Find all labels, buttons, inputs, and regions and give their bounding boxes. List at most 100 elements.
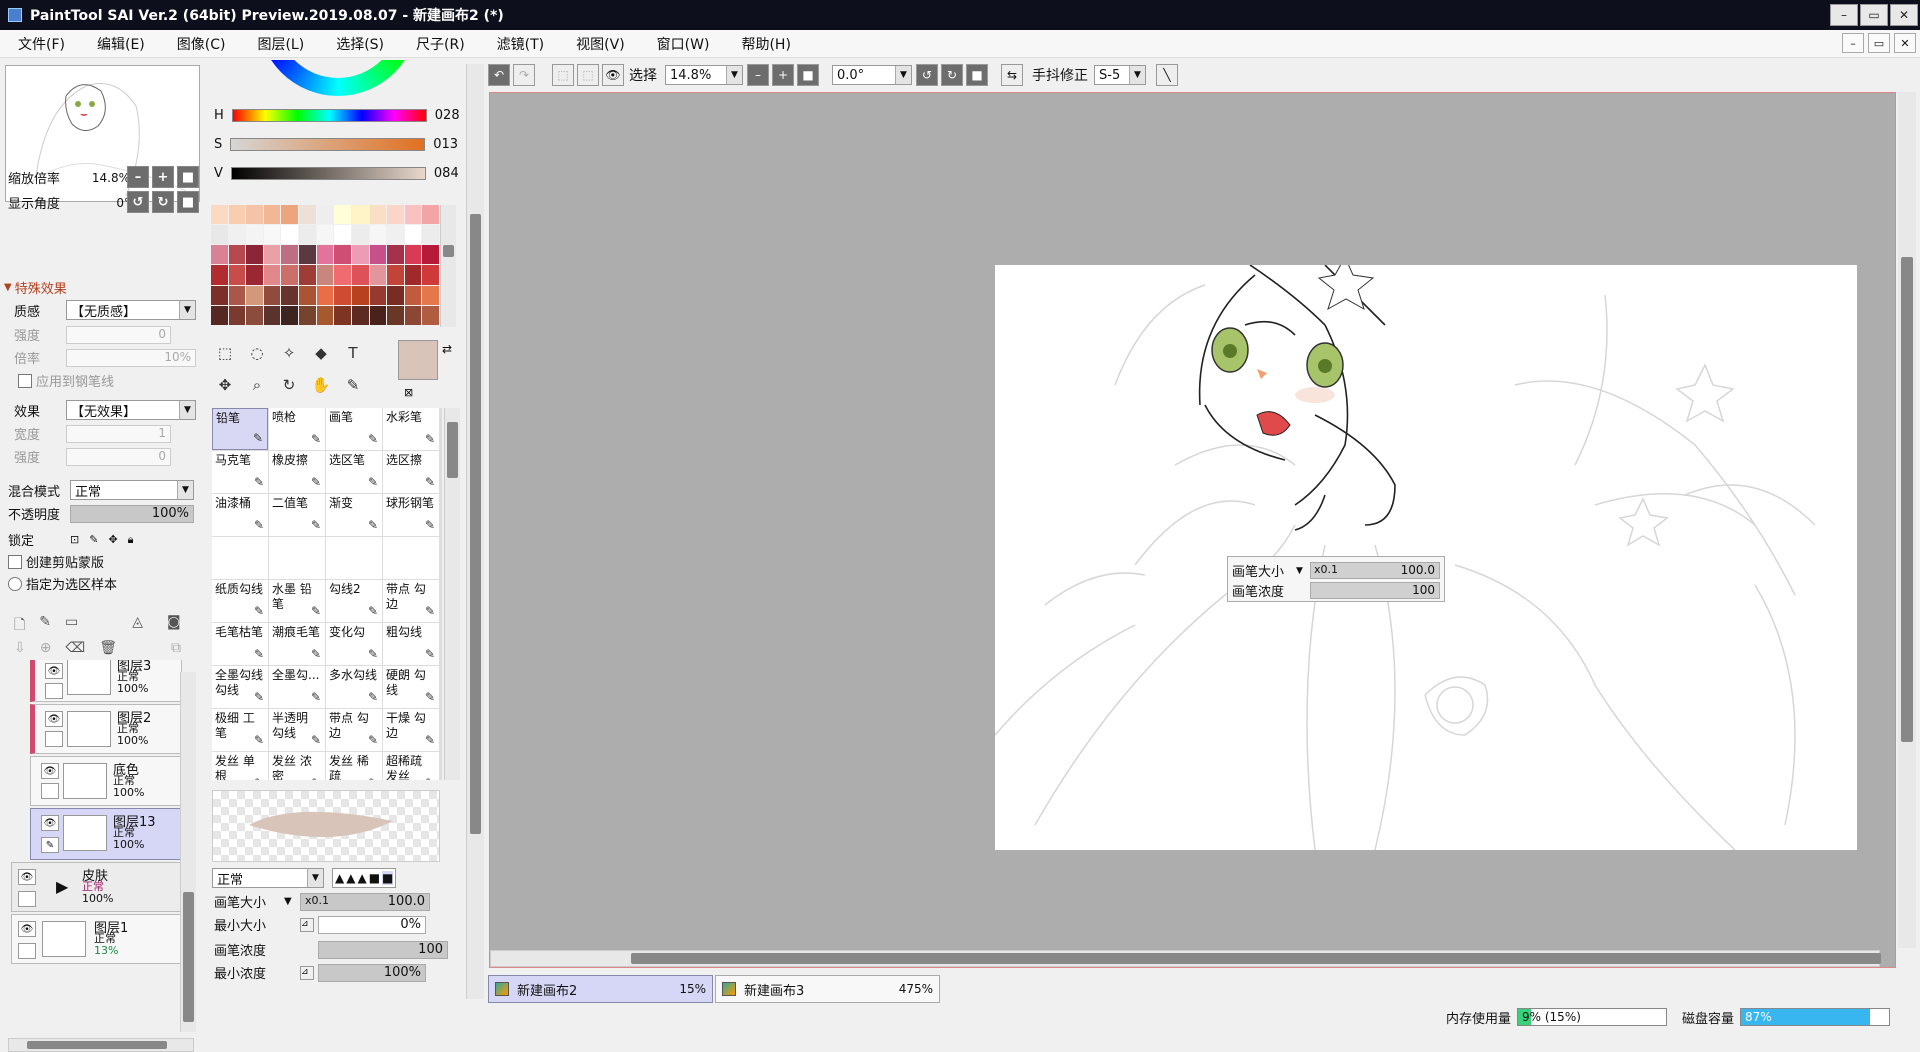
maximize-button[interactable]: ▭ xyxy=(1860,4,1888,26)
brush-slot[interactable]: 选区擦 ✎ xyxy=(383,451,439,493)
rotate-right-button[interactable]: ↻ xyxy=(152,191,174,213)
color-swatch[interactable] xyxy=(316,305,334,325)
color-swatch[interactable] xyxy=(211,305,228,325)
color-swatch[interactable] xyxy=(334,245,351,265)
zoom-out-button[interactable]: – xyxy=(127,166,149,188)
zoom-icon[interactable]: ⌕ xyxy=(244,372,270,398)
merge-visible-icon[interactable]: ⧉ xyxy=(171,640,181,656)
undo-button[interactable]: ↶ xyxy=(488,64,510,86)
menu-image[interactable]: 图像(C) xyxy=(159,34,240,54)
color-swatch[interactable] xyxy=(281,285,299,305)
brush-slot[interactable]: 纸质勾线 ✎ xyxy=(212,580,268,622)
hand-icon[interactable]: ✋ xyxy=(308,372,334,398)
color-swatch[interactable] xyxy=(211,285,228,305)
color-swatch[interactable] xyxy=(299,225,316,245)
straight-line-icon[interactable]: ╲ xyxy=(1156,64,1178,86)
brush-slot[interactable]: 粗勾线 ✎ xyxy=(383,623,439,665)
brush-slot[interactable]: 干燥 勾边 ✎ xyxy=(383,709,439,751)
strength2-field[interactable]: 0 xyxy=(66,447,171,466)
color-swatch[interactable] xyxy=(351,285,369,305)
visibility-eye-icon[interactable]: 👁︎ xyxy=(18,869,36,885)
color-swatch[interactable] xyxy=(316,245,334,265)
layer-option-box[interactable] xyxy=(18,891,36,907)
stabilizer-dropdown[interactable]: S-5 ▼ xyxy=(1094,65,1146,85)
swap-colors-icon[interactable]: ⇄ xyxy=(442,342,452,356)
color-swatch[interactable] xyxy=(422,265,439,285)
brush-shape-5-icon[interactable]: ■ xyxy=(382,871,394,885)
zoom-in-button[interactable]: + xyxy=(152,166,174,188)
rotate-icon[interactable]: ↻ xyxy=(276,372,302,398)
color-swatch[interactable] xyxy=(351,245,369,265)
hue-slider[interactable] xyxy=(231,109,427,122)
brush-slot[interactable]: 马克笔 ✎ xyxy=(212,451,268,493)
color-swatch[interactable] xyxy=(404,245,422,265)
brush-shape-4-icon[interactable]: ■ xyxy=(369,871,380,885)
color-swatch[interactable] xyxy=(299,285,316,305)
color-swatch[interactable] xyxy=(387,265,404,285)
brush-slot[interactable]: 极细 工笔 ✎ xyxy=(212,709,268,751)
brush-shape-1-icon[interactable]: ▲ xyxy=(335,871,344,885)
layer-mask-icon[interactable]: ◙ xyxy=(167,614,181,638)
pencil-edit-icon[interactable]: ✎ xyxy=(41,837,59,853)
color-swatch[interactable] xyxy=(281,205,299,225)
color-swatch[interactable] xyxy=(263,225,281,245)
brush-slot[interactable]: 超稀疏 发丝✎ xyxy=(383,752,439,780)
rotate-left-button[interactable]: ↺ xyxy=(127,191,149,213)
effects-section-header[interactable]: ▼ 特殊效果 xyxy=(4,278,67,297)
brush-slot[interactable]: 全墨勾... ✎ xyxy=(269,666,325,708)
chevron-down-icon[interactable]: ▼ xyxy=(1296,566,1310,576)
color-swatch[interactable] xyxy=(228,225,246,245)
delete-layer-icon[interactable]: 🗑︎ xyxy=(99,640,117,656)
toolbar-zoom-dropdown[interactable]: 14.8% ▼ xyxy=(665,65,743,85)
min-density-slider[interactable]: 100% xyxy=(318,963,426,982)
new-layer-icon[interactable]: 🗋 xyxy=(14,614,25,638)
brush-shape-selector[interactable]: ▲ ▲ ▲ ■ ■ xyxy=(332,868,397,888)
brush-density-slider[interactable]: 100 xyxy=(318,940,448,959)
color-swatch[interactable] xyxy=(211,225,228,245)
menu-select[interactable]: 选择(S) xyxy=(318,34,398,54)
layer-option-box[interactable] xyxy=(41,783,59,799)
menu-file[interactable]: 文件(F) xyxy=(0,34,79,54)
brush-slot[interactable]: 水彩笔 ✎ xyxy=(383,408,439,450)
brush-grid-scrollbar[interactable] xyxy=(444,408,460,780)
brush-slot[interactable]: 画笔 ✎ xyxy=(326,408,382,450)
menu-edit[interactable]: 编辑(E) xyxy=(79,34,159,54)
menu-help[interactable]: 帮助(H) xyxy=(723,34,804,54)
color-swatch[interactable] xyxy=(246,245,263,265)
color-swatch[interactable] xyxy=(316,285,334,305)
popup-size-slider[interactable]: x0.1 100.0 xyxy=(1310,562,1440,579)
brush-slot[interactable]: 半透明 勾线 ✎ xyxy=(269,709,325,751)
color-swatch[interactable] xyxy=(334,225,351,245)
deselect-button[interactable]: ⬚ xyxy=(552,64,574,86)
menu-view[interactable]: 视图(V) xyxy=(558,34,639,54)
brush-slot[interactable] xyxy=(212,537,268,579)
brush-slot[interactable]: 喷枪 ✎ xyxy=(269,408,325,450)
brush-blend-dropdown[interactable]: 正常 ▼ xyxy=(212,868,324,888)
zoom-value[interactable]: 14.8% xyxy=(70,171,130,185)
color-swatch[interactable] xyxy=(299,265,316,285)
color-swatch[interactable] xyxy=(351,205,369,225)
color-swatch[interactable] xyxy=(404,305,422,325)
toolbar-zoom-in-button[interactable]: + xyxy=(772,64,794,86)
layer-folder[interactable]: 👁︎ ▶ 皮肤 正常 100% xyxy=(11,862,182,912)
tab-canvas-3[interactable]: 新建画布3 475% xyxy=(715,975,940,1003)
layer-item-selected[interactable]: 👁︎ ✎ 图层13 正常 100% xyxy=(30,808,182,860)
brush-slot[interactable]: 带点 勾边 ✎ xyxy=(326,709,382,751)
new-mask-icon[interactable]: ▭ xyxy=(65,614,78,638)
brush-slot[interactable]: 发丝 浓密✎ xyxy=(269,752,325,780)
color-swatch[interactable] xyxy=(369,265,387,285)
brush-size-popup[interactable]: 画笔大小 ▼ x0.1 100.0 画笔浓度 100 xyxy=(1227,556,1445,602)
brush-slot[interactable]: 二值笔 ✎ xyxy=(269,494,325,536)
strength-field[interactable]: 0 xyxy=(66,325,171,344)
effect-dropdown[interactable]: 【无效果】 ▼ xyxy=(66,400,196,420)
color-swatch[interactable] xyxy=(228,305,246,325)
brush-slot[interactable] xyxy=(326,537,382,579)
rotate-reset-button[interactable]: ■ xyxy=(177,191,199,213)
color-swatch[interactable] xyxy=(211,245,228,265)
chevron-down-icon[interactable]: ▼ xyxy=(284,896,300,907)
pressure-icon[interactable]: ⊿ xyxy=(300,965,314,980)
brush-slot[interactable]: 选区笔 ✎ xyxy=(326,451,382,493)
rect-select-icon[interactable]: ⬚ xyxy=(212,340,238,366)
color-swatch[interactable] xyxy=(263,245,281,265)
visibility-eye-icon[interactable]: 👁︎ xyxy=(41,815,59,831)
